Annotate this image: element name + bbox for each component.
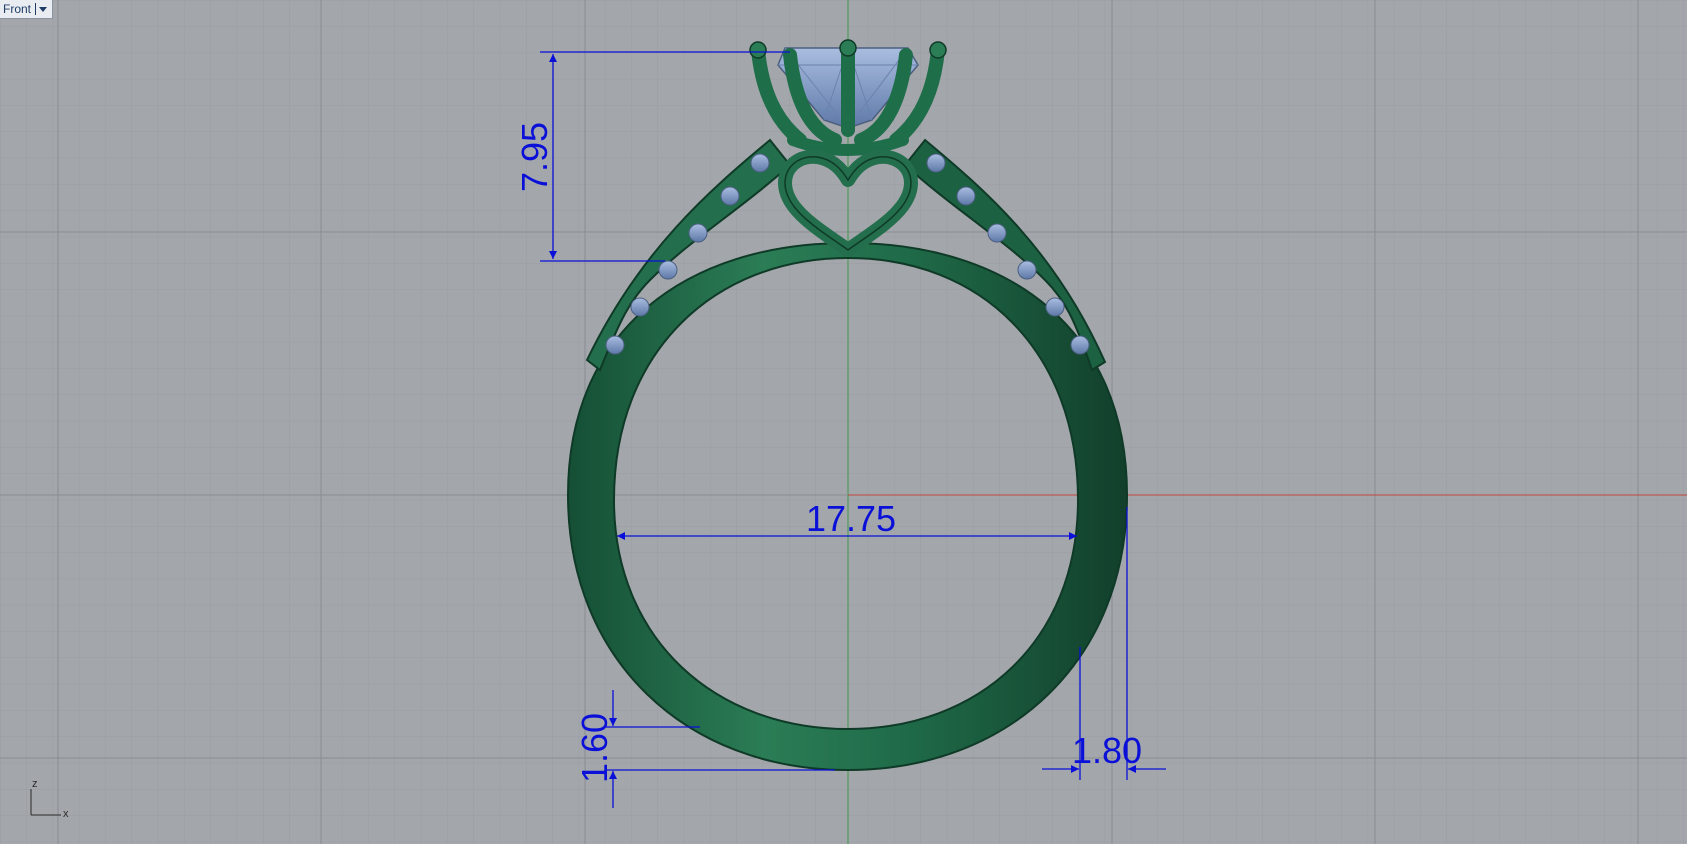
- axis-widget-x-label: x: [63, 808, 69, 820]
- dim-band-width-label: 1.80: [1072, 730, 1142, 771]
- axis-widget-z-label: z: [32, 778, 38, 790]
- viewport-tab-separator: [35, 3, 37, 15]
- viewport-title-label[interactable]: Front: [0, 2, 35, 16]
- dim-head-height-label: 7.95: [514, 122, 555, 192]
- dim-inner-diameter-label: 17.75: [806, 498, 896, 539]
- chevron-down-icon[interactable]: [39, 6, 48, 12]
- dim-bottom-thickness-label: 1.60: [574, 713, 615, 783]
- viewport-title-tab[interactable]: Front: [0, 0, 54, 19]
- viewport-canvas[interactable]: 7.95 17.75 1.60 1.80 z x: [0, 0, 1687, 844]
- front-viewport[interactable]: 7.95 17.75 1.60 1.80 z x Front: [0, 0, 1687, 844]
